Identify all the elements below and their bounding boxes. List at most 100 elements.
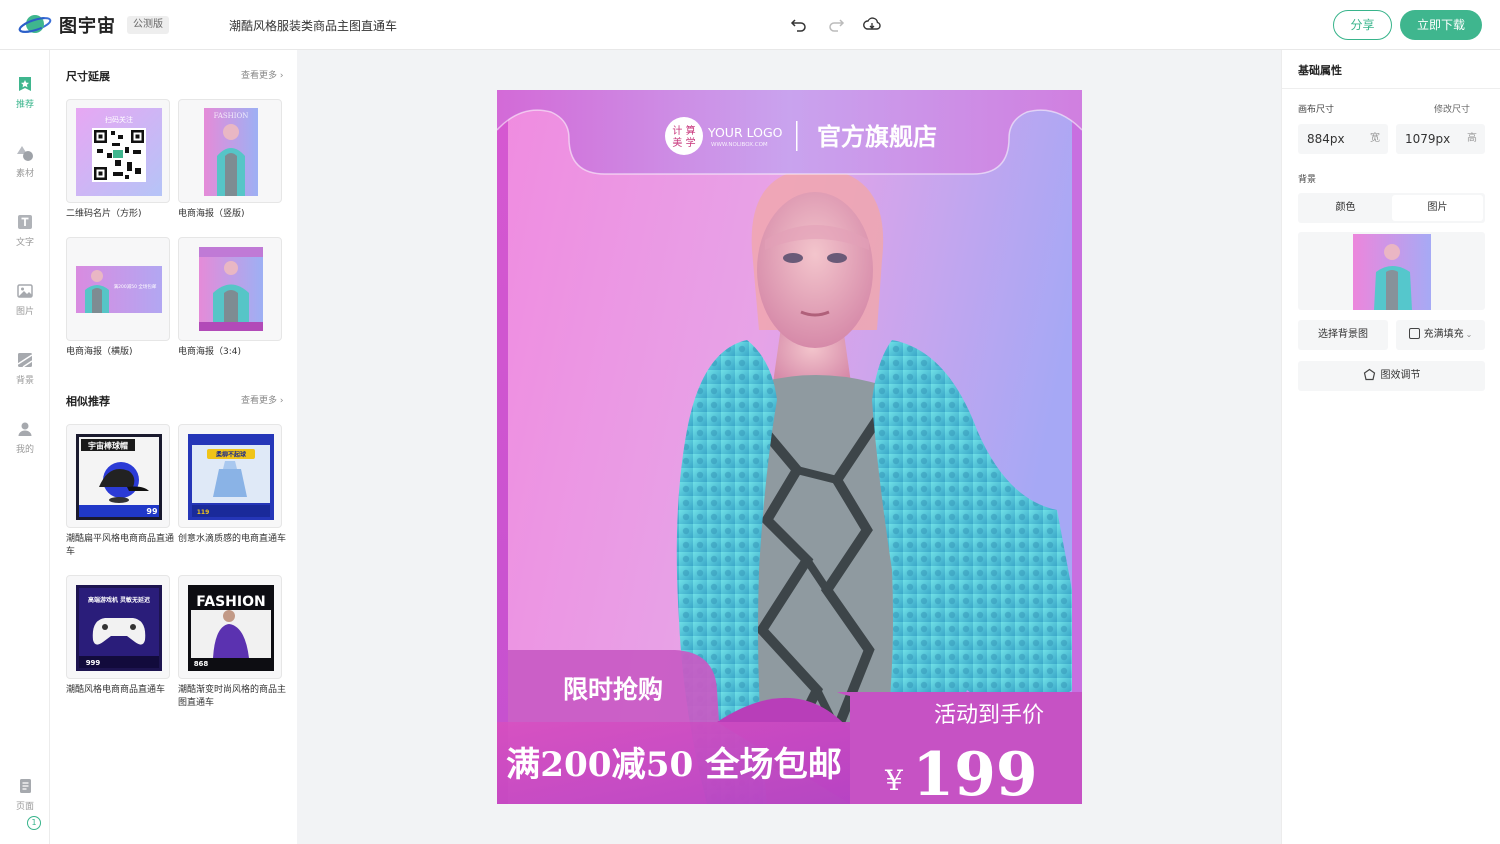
horizontal-thumb-text: 满200减50 全场包邮: [114, 283, 157, 290]
vertical-thumb-text: FASHION: [214, 112, 249, 120]
app-name[interactable]: 图宇宙: [59, 12, 116, 38]
chevron-right-icon: ›: [279, 396, 284, 406]
template-caption: 潮酷扁平风格电商商品直通车: [66, 534, 175, 557]
user-icon: [18, 422, 32, 436]
tab-color[interactable]: 颜色: [1300, 195, 1391, 221]
background-preview[interactable]: [1298, 232, 1485, 310]
logo-cn-top: 计 算: [672, 124, 695, 137]
template-panel: 尺寸延展 查看更多 › 扫码关注 二维码名片（方形) FASHION 电商海报（…: [50, 50, 297, 844]
planet-logo-icon[interactable]: [18, 12, 52, 38]
tab-image[interactable]: 图片: [1392, 195, 1483, 221]
water-thumb-price: 119: [197, 509, 210, 516]
console-thumb-title: 高端游戏机 灵敏无延迟: [88, 596, 150, 604]
recommend-icon: [19, 77, 31, 91]
vertical-poster-thumbnail: FASHION: [204, 108, 258, 196]
fashion-gradient-thumbnail: FASHION 868: [188, 585, 274, 671]
rail-label: 文字: [15, 238, 34, 248]
template-card-baseball-cap[interactable]: 宇宙棒球帽 99: [66, 424, 170, 528]
similar-section-title: 相似推荐: [66, 395, 110, 408]
left-nav-rail: 推荐 素材 文字 图片 背景 我的 页面 1: [0, 50, 50, 844]
rail-item-recommend[interactable]: 推荐: [0, 75, 50, 123]
cap-thumb-price: 99: [146, 507, 158, 516]
qr-card-thumbnail: 扫码关注: [76, 108, 162, 196]
fill-mode-label: 充满填充: [1423, 329, 1464, 340]
template-caption: 潮酷渐变时尚风格的商品主图直通车: [178, 685, 287, 708]
fill-mode-select[interactable]: 充满填充 ⌄: [1396, 320, 1485, 350]
see-more-label: 查看更多: [241, 396, 278, 406]
rail-label: 素材: [15, 169, 34, 179]
similar-see-more-link[interactable]: 查看更多 ›: [241, 393, 284, 406]
promo-text: 满200减50 全场包邮: [506, 745, 842, 785]
poster-canvas[interactable]: 计 算 美 学 YOUR LOGO WWW.NOLIBOX.COM 官方旗舰店 …: [497, 90, 1082, 804]
properties-title: 基础属性: [1298, 64, 1342, 77]
template-caption: 潮酷风格电商商品直通车: [66, 685, 166, 695]
game-console-thumbnail: 高端游戏机 灵敏无延迟 999: [76, 585, 162, 671]
rail-item-mine[interactable]: 我的: [0, 420, 50, 468]
fashion-thumb-price: 868: [194, 660, 209, 668]
share-button[interactable]: 分享: [1333, 10, 1392, 40]
console-thumb-price: 999: [86, 659, 101, 667]
template-card-water-drop[interactable]: 柔柳不起球 119: [178, 424, 282, 528]
template-caption: 二维码名片（方形): [66, 209, 142, 219]
undo-icon[interactable]: [789, 14, 809, 34]
rail-label: 页面: [15, 802, 34, 812]
three-four-poster-thumbnail: [199, 247, 263, 331]
image-icon: [17, 284, 33, 298]
rail-label: 推荐: [15, 100, 34, 110]
rail-label: 我的: [15, 445, 34, 455]
properties-panel: 基础属性 画布尺寸 修改尺寸 884px 宽 1079px 高 背景 颜色 图片…: [1281, 50, 1500, 844]
price-caption: 活动到手价: [934, 703, 1044, 728]
rail-item-images[interactable]: 图片: [0, 282, 50, 330]
rail-item-text[interactable]: 文字: [0, 213, 50, 261]
page-count-badge: 1: [27, 816, 41, 830]
cap-thumb-title: 宇宙棒球帽: [88, 441, 128, 451]
canvas-workspace[interactable]: 计 算 美 学 YOUR LOGO WWW.NOLIBOX.COM 官方旗舰店 …: [297, 50, 1281, 844]
background-icon: [17, 353, 33, 368]
currency-symbol: ¥: [884, 764, 903, 797]
canvas-width-field[interactable]: 884px 宽: [1298, 124, 1388, 154]
effect-icon: [1363, 364, 1376, 394]
template-card-fashion-gradient[interactable]: FASHION 868: [178, 575, 282, 679]
height-unit: 高: [1467, 133, 1477, 144]
rail-item-pages[interactable]: 页面: [0, 777, 50, 825]
horizontal-poster-thumbnail: 满200减50 全场包邮: [76, 266, 162, 313]
document-title[interactable]: 潮酷风格服装类商品主图直通车: [229, 17, 397, 34]
template-card-horizontal[interactable]: 满200减50 全场包邮: [66, 237, 170, 341]
template-card-game-console[interactable]: 高端游戏机 灵敏无延迟 999: [66, 575, 170, 679]
template-card-qr[interactable]: 扫码关注: [66, 99, 170, 203]
width-unit: 宽: [1370, 133, 1380, 144]
price-value: 199: [912, 740, 1037, 804]
template-card-vertical[interactable]: FASHION: [178, 99, 282, 203]
logo-cn-bottom: 美 学: [672, 136, 695, 149]
canvas-height-value: 1079px: [1405, 132, 1451, 146]
template-caption: 电商海报（竖版): [178, 209, 245, 219]
water-thumb-title: 柔柳不起球: [215, 451, 247, 459]
text-icon: [18, 215, 32, 229]
choose-background-button[interactable]: 选择背景图: [1298, 320, 1388, 350]
rail-item-background[interactable]: 背景: [0, 351, 50, 399]
rail-item-shapes[interactable]: 素材: [0, 144, 50, 192]
baseball-cap-thumbnail: 宇宙棒球帽 99: [76, 434, 162, 520]
see-more-label: 查看更多: [241, 71, 278, 81]
qr-thumb-text: 扫码关注: [105, 115, 133, 124]
beta-badge: 公测版: [127, 16, 169, 34]
canvas-width-value: 884px: [1307, 132, 1345, 146]
effect-adjust-button[interactable]: 图效调节: [1298, 361, 1485, 391]
redo-icon[interactable]: [826, 14, 846, 34]
flash-sale-label: 限时抢购: [563, 675, 663, 704]
logo-en: YOUR LOGO: [707, 125, 783, 140]
rail-label: 背景: [15, 376, 34, 386]
canvas-height-field[interactable]: 1079px 高: [1396, 124, 1485, 154]
size-section-title: 尺寸延展: [66, 70, 110, 83]
modify-size-link[interactable]: 修改尺寸: [1434, 102, 1470, 115]
chevron-right-icon: ›: [279, 71, 284, 81]
water-drop-thumbnail: 柔柳不起球 119: [188, 434, 274, 520]
rail-label: 图片: [15, 307, 34, 317]
cloud-save-icon[interactable]: [862, 14, 882, 34]
divider: [1282, 88, 1500, 89]
template-card-3x4[interactable]: [178, 237, 282, 341]
effect-label: 图效调节: [1380, 370, 1421, 381]
download-button[interactable]: 立即下载: [1400, 10, 1482, 40]
template-caption: 电商海报（3:4): [178, 347, 241, 357]
size-see-more-link[interactable]: 查看更多 ›: [241, 68, 284, 81]
